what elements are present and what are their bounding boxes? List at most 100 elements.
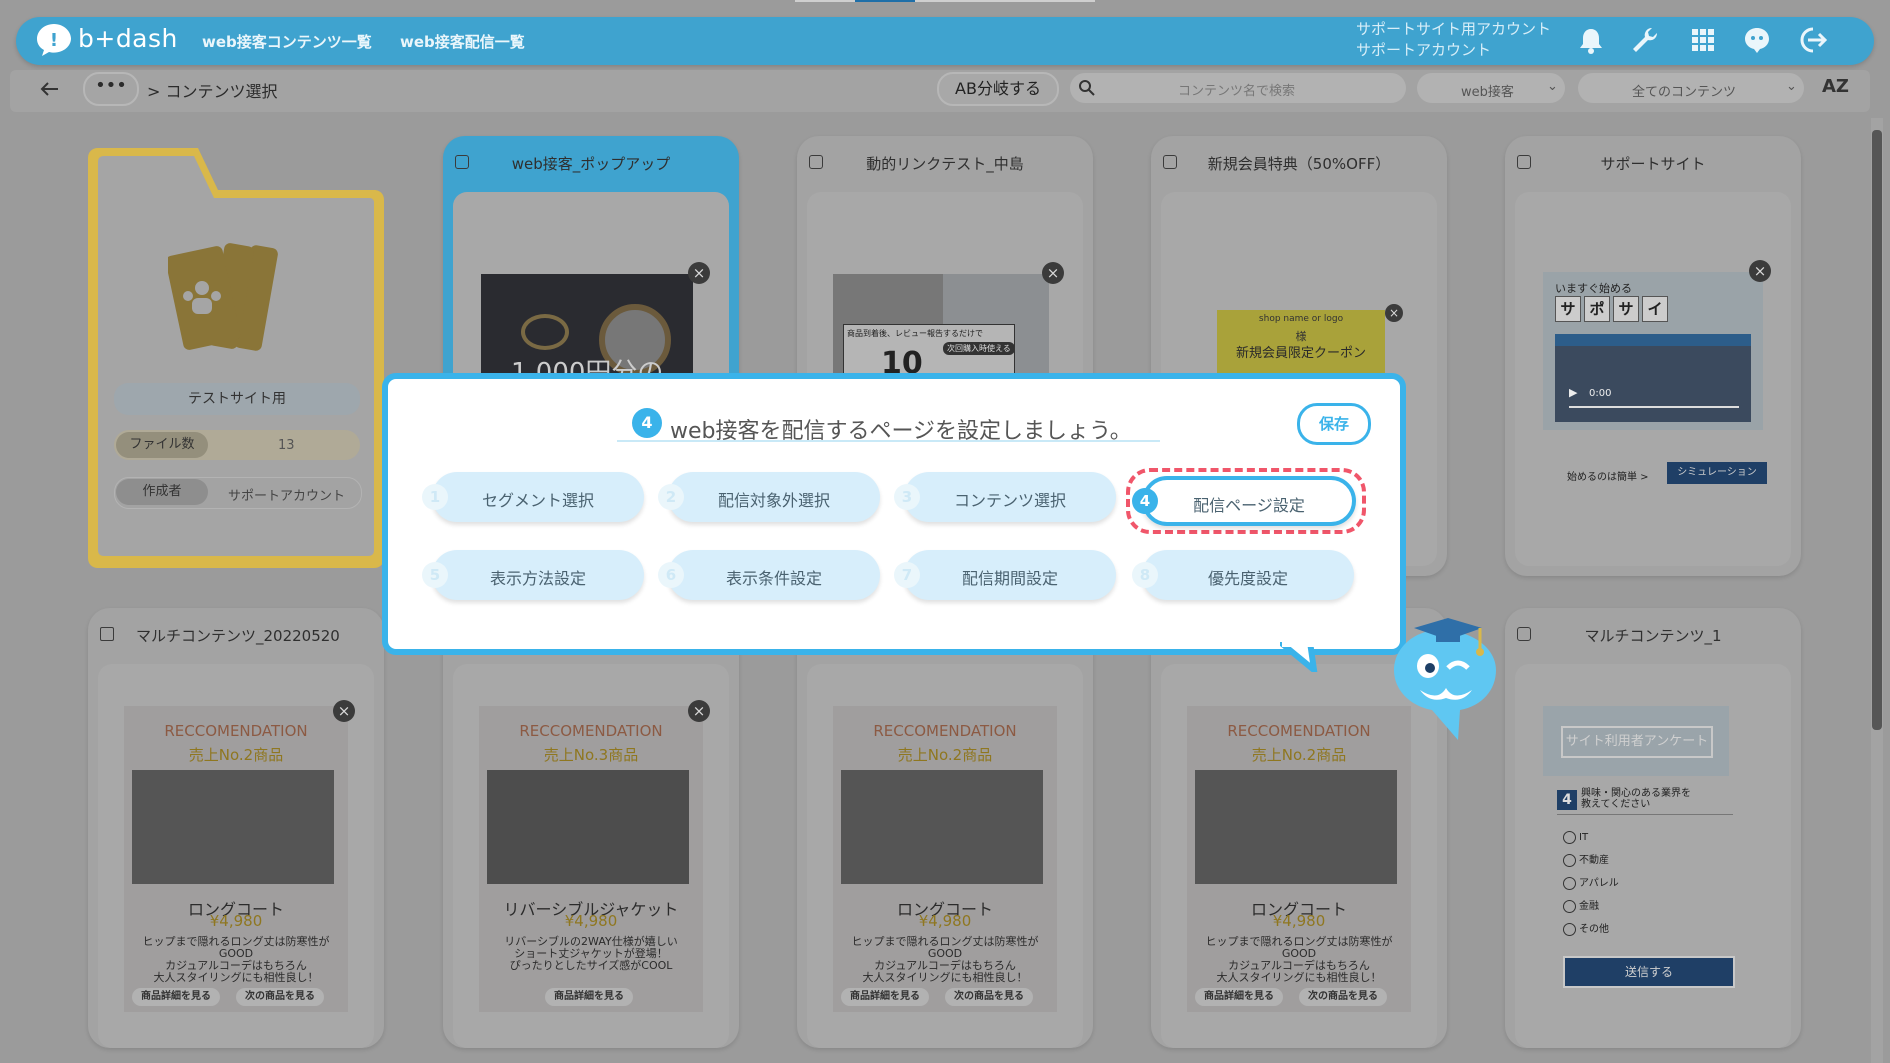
files-value: 13	[278, 438, 295, 453]
close-icon[interactable]: ×	[1749, 260, 1771, 282]
close-icon[interactable]: ×	[1385, 304, 1403, 322]
next-product-button[interactable]: 次の商品を見る	[1299, 988, 1387, 1006]
option-label: IT	[1579, 832, 1589, 843]
folder-name: テストサイト用	[114, 383, 360, 415]
question-line: 教えてください	[1581, 799, 1651, 810]
survey-option[interactable]: アパレル	[1563, 872, 1619, 895]
step-display-condition[interactable]: 6 表示条件設定	[658, 550, 880, 600]
search-icon	[1079, 80, 1095, 96]
content-card-multi-3[interactable]: RECCOMENDATION 売上No.2商品 ロングコート ¥4,980 ヒッ…	[797, 608, 1093, 1048]
video-head: いますぐ始める	[1555, 282, 1632, 295]
wrench-icon[interactable]	[1630, 25, 1660, 55]
account-info[interactable]: サポートサイト用アカウント サポートアカウント	[1356, 19, 1551, 61]
reco-head: RECCOMENDATION	[164, 722, 308, 740]
step-label: コンテンツ選択	[953, 491, 1066, 510]
next-product-button[interactable]: 次の商品を見る	[236, 988, 324, 1006]
files-label: ファイル数	[116, 432, 208, 458]
popup-banner-image: 1,000円分の	[481, 274, 693, 374]
simulation-button[interactable]: シミュレーション	[1667, 462, 1767, 484]
content-card-support-site[interactable]: サポートサイト いますぐ始める サ ポ サ イ ▶ 0:00 始めるのは簡単 >…	[1505, 136, 1801, 576]
sort-az-button[interactable]: AZ	[1822, 76, 1849, 97]
product-detail-button[interactable]: 商品詳細を見る	[545, 988, 633, 1006]
back-arrow-icon[interactable]	[38, 78, 62, 100]
step-label: 優先度設定	[1207, 569, 1288, 588]
product-price: ¥4,980	[209, 912, 263, 930]
step-exclusion[interactable]: 2 配信対象外選択	[658, 472, 880, 522]
dialog-tail	[1280, 642, 1318, 672]
support-mascot-icon[interactable]	[1742, 25, 1772, 55]
product-image	[841, 770, 1043, 884]
bell-icon[interactable]	[1576, 25, 1606, 55]
nav-delivery-list[interactable]: web接客配信一覧	[400, 31, 525, 52]
logo-text[interactable]: b+dash	[78, 24, 178, 53]
grid-icon[interactable]	[1688, 25, 1718, 55]
coupon-banner: shop name or logo 様 新規会員限定クーポン	[1217, 310, 1385, 374]
nav-content-list[interactable]: web接客コンテンツ一覧	[202, 31, 372, 52]
content-select[interactable]: 全てのコンテンツ ⌄	[1578, 73, 1804, 103]
product-price: ¥4,980	[1272, 912, 1326, 930]
product-detail-button[interactable]: 商品詳細を見る	[132, 988, 220, 1006]
content-card-multi-1[interactable]: マルチコンテンツ_1 サイト利用者アンケート 4 興味・関心のある業界を 教えて…	[1505, 608, 1801, 1048]
product-detail-button[interactable]: 商品詳細を見る	[841, 988, 929, 1006]
step-priority[interactable]: 8 優先度設定	[1132, 550, 1354, 600]
survey-option[interactable]: 金融	[1563, 895, 1619, 918]
close-icon[interactable]: ×	[688, 262, 710, 284]
card-title: 新規会員特典（50%OFF）	[1207, 155, 1391, 173]
card-title: 動的リンクテスト_中島	[866, 155, 1024, 173]
video-player[interactable]: ▶ 0:00	[1555, 334, 1751, 422]
question-number: 4	[1557, 790, 1577, 810]
multi-content-icon[interactable]	[100, 627, 114, 641]
content-card-multi-2[interactable]: RECCOMENDATION 売上No.3商品 リバーシブルジャケット ¥4,9…	[443, 608, 739, 1048]
scrollbar-thumb[interactable]	[1872, 130, 1882, 730]
survey-title-button[interactable]: サイト利用者アンケート	[1561, 726, 1713, 758]
product-image	[487, 770, 689, 884]
video-preview: いますぐ始める サ ポ サ イ ▶ 0:00	[1543, 272, 1763, 430]
step-delivery-page[interactable]: 4 配信ページ設定	[1132, 476, 1356, 526]
logout-icon[interactable]	[1798, 25, 1828, 55]
step-content[interactable]: 3 コンテンツ選択	[894, 472, 1116, 522]
chevron-down-icon: ⌄	[1786, 79, 1797, 94]
step-segment[interactable]: 1 セグメント選択	[422, 472, 644, 522]
step-delivery-period[interactable]: 7 配信期間設定	[894, 550, 1116, 600]
type-select[interactable]: web接客 ⌄	[1417, 73, 1565, 103]
banner-text: 次回購入時使える	[943, 342, 1015, 355]
guide-mascot-icon	[1394, 618, 1496, 740]
survey-options: IT 不動産 アパレル 金融 その他	[1563, 826, 1619, 941]
product-detail-button[interactable]: 商品詳細を見る	[1195, 988, 1283, 1006]
close-icon[interactable]: ×	[688, 700, 710, 722]
card-preview: RECCOMENDATION 売上No.3商品 リバーシブルジャケット ¥4,9…	[453, 664, 729, 1048]
survey-option[interactable]: IT	[1563, 826, 1619, 849]
video-char: サ	[1613, 296, 1639, 322]
breadcrumb: > コンテンツ選択	[147, 82, 278, 101]
content-card-multi-20220520[interactable]: マルチコンテンツ_20220520 RECCOMENDATION 売上No.2商…	[88, 608, 384, 1048]
step-display-method[interactable]: 5 表示方法設定	[422, 550, 644, 600]
breadcrumb-more-button[interactable]: •••	[83, 72, 139, 106]
reco-sub: 売上No.2商品	[897, 746, 993, 764]
next-product-button[interactable]: 次の商品を見る	[945, 988, 1033, 1006]
author-label: 作成者	[116, 479, 208, 505]
survey-option[interactable]: その他	[1563, 918, 1619, 941]
dialog-step-badge: 4	[632, 408, 662, 438]
survey-option[interactable]: 不動産	[1563, 849, 1619, 872]
option-label: 金融	[1579, 901, 1599, 912]
close-icon[interactable]: ×	[333, 700, 355, 722]
reco-head: RECCOMENDATION	[873, 722, 1017, 740]
svg-text:!: !	[50, 30, 58, 51]
banner-text: 1,000円分の	[511, 358, 664, 374]
play-icon[interactable]: ▶	[1569, 386, 1577, 399]
search-placeholder: コンテンツ名で検索	[1178, 84, 1296, 99]
account-user: サポートアカウント	[1356, 41, 1492, 59]
ab-split-button[interactable]: AB分岐する	[937, 72, 1059, 106]
product-image	[132, 770, 334, 884]
account-site: サポートサイト用アカウント	[1356, 20, 1552, 38]
save-button[interactable]: 保存	[1297, 403, 1371, 445]
survey-submit-button[interactable]: 送信する	[1563, 956, 1735, 988]
step-label: 配信期間設定	[961, 569, 1058, 588]
shop-name: shop name or logo	[1258, 314, 1344, 324]
video-char: イ	[1642, 296, 1668, 322]
product-desc: ヒップまで隠れるロング丈は防寒性がGOOD カジュアルコーデはもちろん 大人スタ…	[1191, 936, 1407, 984]
close-icon[interactable]: ×	[1042, 262, 1064, 284]
desc-line: ヒップまで隠れるロング丈は防寒性がGOOD	[142, 935, 330, 960]
author-value: サポートアカウント	[228, 489, 346, 504]
start-link[interactable]: 始めるのは簡単 >	[1567, 468, 1649, 483]
